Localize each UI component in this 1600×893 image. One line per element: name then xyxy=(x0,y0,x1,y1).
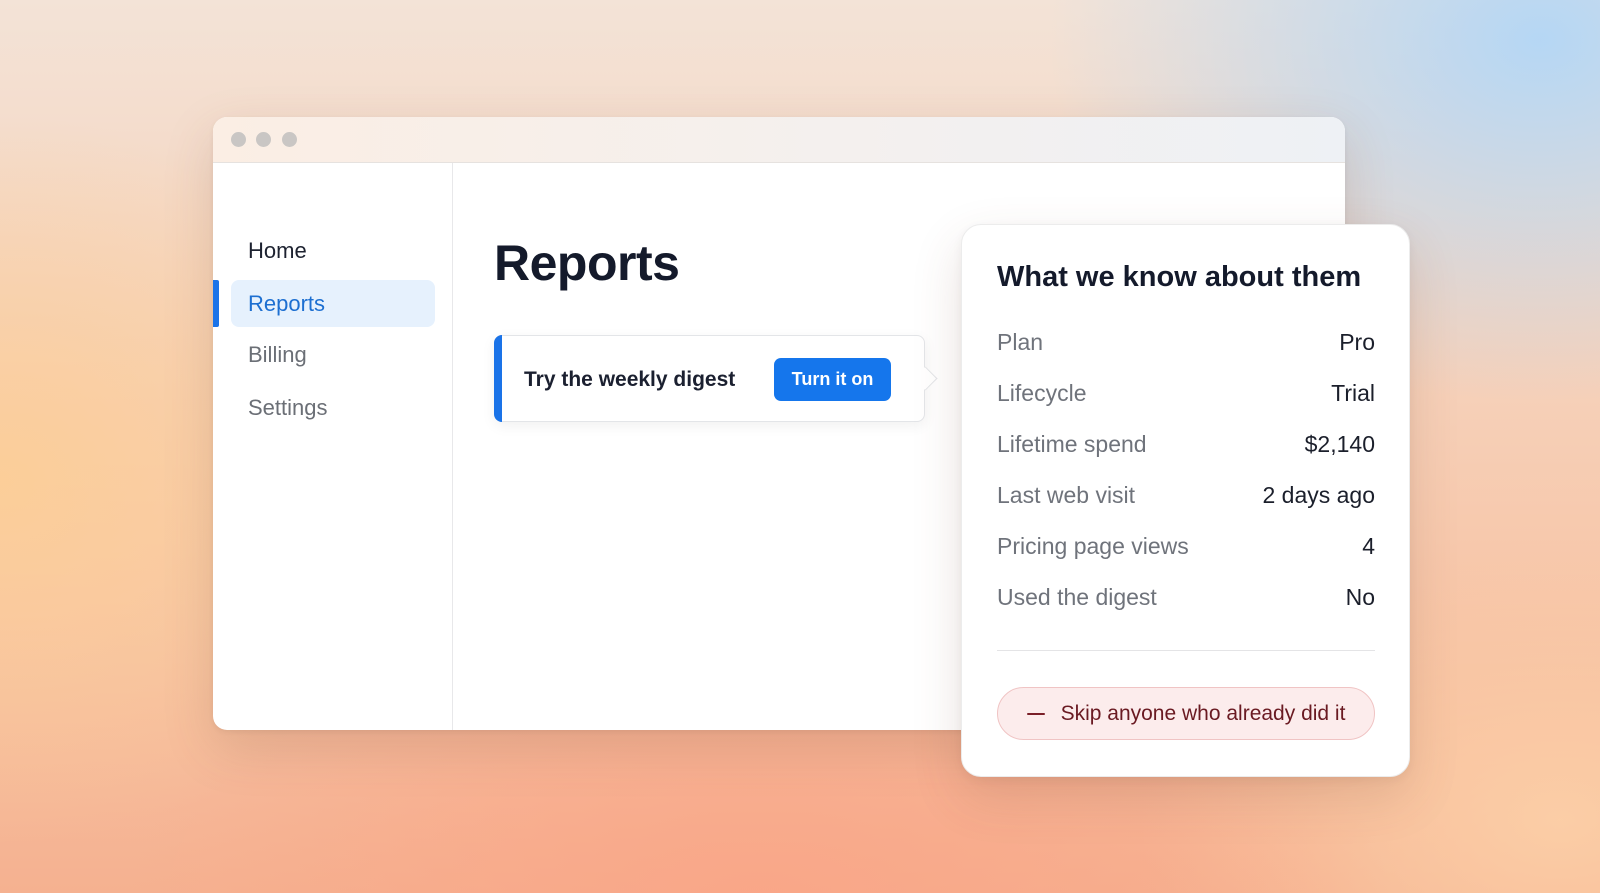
attribute-value: Trial xyxy=(1331,380,1375,406)
attribute-label: Plan xyxy=(997,329,1044,355)
attribute-label: Pricing page views xyxy=(997,533,1189,559)
attribute-row-pricing-page-views: Pricing page views 4 xyxy=(997,521,1375,572)
sidebar-item-settings[interactable]: Settings xyxy=(231,384,435,431)
attribute-row-lifecycle: Lifecycle Trial xyxy=(997,368,1375,419)
attribute-row-last-web-visit: Last web visit 2 days ago xyxy=(997,470,1375,521)
panel-title: What we know about them xyxy=(997,261,1362,293)
attribute-row-used-digest: Used the digest No xyxy=(997,572,1375,623)
attribute-value: 4 xyxy=(1362,533,1375,559)
attribute-value: 2 days ago xyxy=(1262,482,1375,508)
attribute-value: No xyxy=(1345,584,1375,610)
attribute-label: Used the digest xyxy=(997,584,1157,610)
minus-icon xyxy=(1026,712,1045,715)
window-close-dot[interactable] xyxy=(231,132,246,147)
sidebar: Home Reports Billing Settings xyxy=(213,163,453,730)
window-titlebar xyxy=(213,117,1345,163)
card-accent-bar xyxy=(494,335,502,422)
exclusion-rule-label: Skip anyone who already did it xyxy=(1060,701,1346,725)
turn-on-digest-button[interactable]: Turn it on xyxy=(774,358,891,401)
attribute-label: Last web visit xyxy=(997,482,1136,508)
sidebar-item-billing[interactable]: Billing xyxy=(231,331,435,378)
card-pointer xyxy=(913,366,938,391)
exclusion-rule-chip[interactable]: Skip anyone who already did it xyxy=(997,687,1375,740)
digest-promo-text: Try the weekly digest xyxy=(524,367,736,391)
audience-info-panel: What we know about them Plan Pro Lifecyc… xyxy=(961,224,1410,777)
window-maximize-dot[interactable] xyxy=(282,132,297,147)
attribute-label: Lifetime spend xyxy=(997,431,1147,457)
attribute-row-lifetime-spend: Lifetime spend $2,140 xyxy=(997,419,1375,470)
attribute-row-plan: Plan Pro xyxy=(997,317,1375,368)
sidebar-item-reports[interactable]: Reports xyxy=(231,280,435,327)
attribute-label: Lifecycle xyxy=(997,380,1087,406)
attribute-value: $2,140 xyxy=(1304,431,1375,457)
panel-divider xyxy=(997,650,1375,651)
attribute-value: Pro xyxy=(1339,329,1375,355)
digest-promo-card: Try the weekly digest Turn it on xyxy=(494,335,938,422)
active-nav-indicator xyxy=(213,280,219,327)
sidebar-item-home[interactable]: Home xyxy=(231,227,435,274)
window-minimize-dot[interactable] xyxy=(256,132,271,147)
attribute-list: Plan Pro Lifecycle Trial Lifetime spend … xyxy=(997,317,1375,623)
page-title: Reports xyxy=(494,235,680,291)
